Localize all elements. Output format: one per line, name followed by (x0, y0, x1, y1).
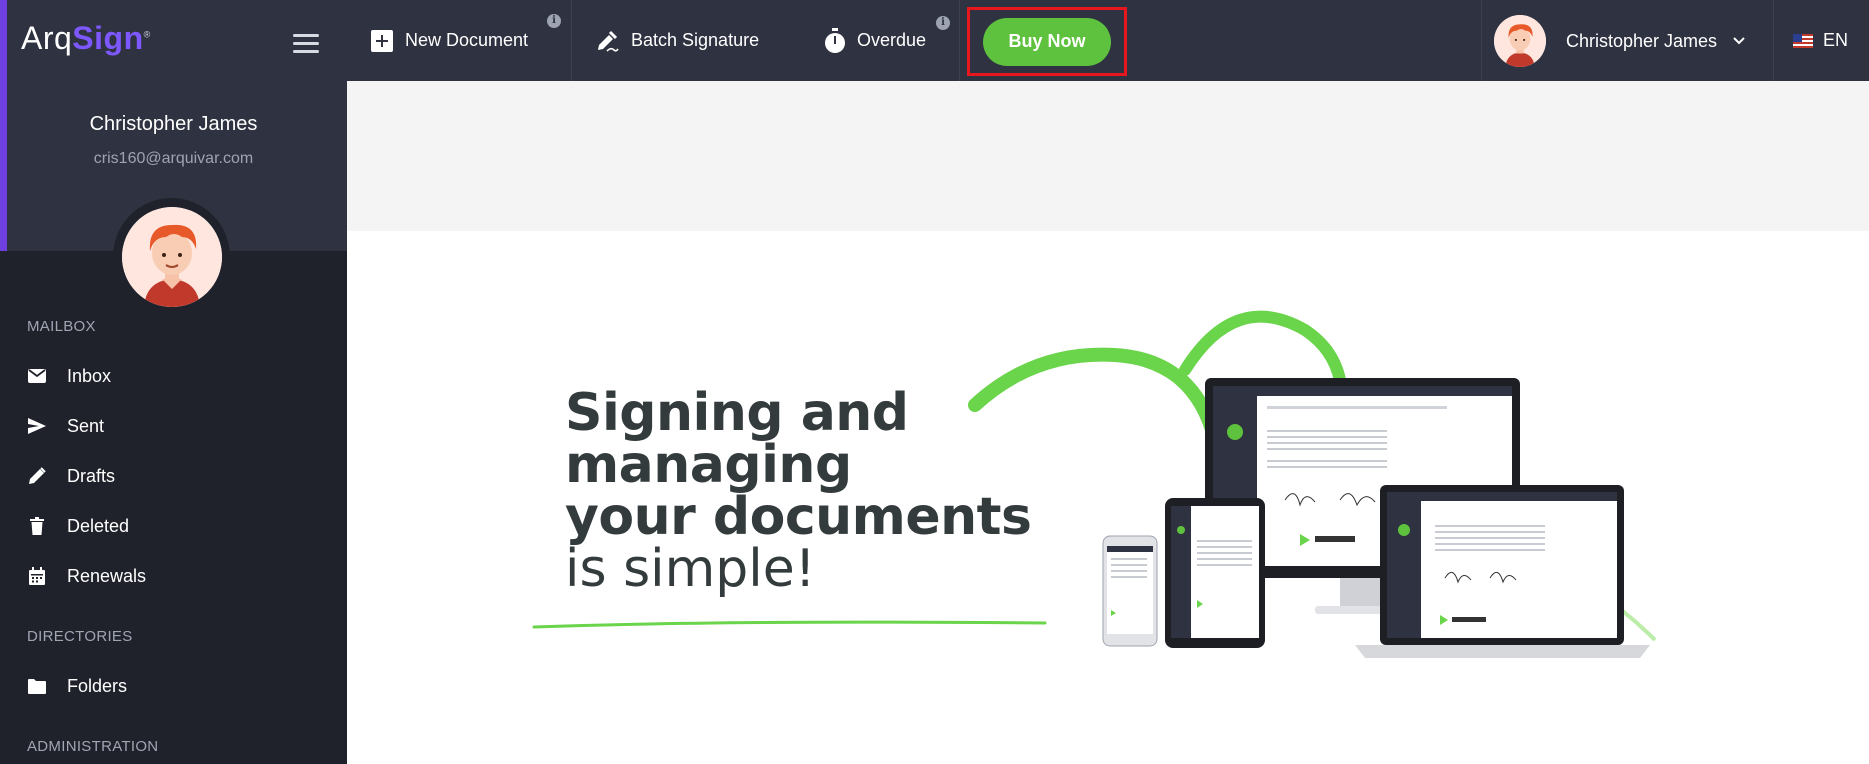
us-flag-icon (1793, 33, 1813, 48)
chevron-down-icon (1733, 37, 1745, 45)
topbar-divider (571, 0, 572, 81)
new-document-button[interactable]: New Document (371, 0, 528, 81)
sidebar-item-drafts[interactable]: Drafts (0, 456, 347, 496)
topbar-divider (959, 0, 960, 81)
calendar-icon (27, 567, 47, 585)
envelope-icon (27, 369, 47, 383)
banner-placeholder (347, 81, 1869, 231)
sidebar-item-label: Inbox (67, 365, 112, 386)
folder-icon (27, 678, 47, 694)
logo-text-prefix: Arq (21, 20, 73, 56)
sidebar: ArqSign® Christopher James cris160@arqui… (0, 0, 347, 764)
overdue-button[interactable]: Overdue (823, 0, 926, 81)
stopwatch-icon (823, 27, 847, 54)
buy-now-button[interactable]: Buy Now (983, 17, 1111, 66)
profile-avatar[interactable] (113, 198, 230, 315)
sidebar-item-deleted[interactable]: Deleted (0, 506, 347, 546)
section-title-mailbox: MAILBOX (27, 318, 96, 335)
overdue-label: Overdue (857, 30, 927, 50)
sidebar-item-label: Renewals (67, 565, 147, 586)
profile-email: cris160@arquivar.com (93, 150, 254, 167)
logo-text-suffix: Sign (72, 20, 144, 56)
logo-trademark: ® (143, 29, 151, 40)
batch-signature-label: Batch Signature (631, 30, 760, 50)
sidebar-item-sent[interactable]: Sent (0, 406, 347, 446)
sidebar-item-label: Drafts (67, 465, 116, 486)
batch-signature-button[interactable]: Batch Signature (595, 0, 759, 81)
signature-pen-icon (595, 29, 619, 53)
sidebar-item-label: Deleted (67, 515, 130, 536)
sidebar-item-inbox[interactable]: Inbox (0, 356, 347, 396)
language-selector[interactable]: EN (1793, 0, 1848, 81)
overdue-info-icon[interactable]: i (936, 16, 950, 30)
devices-illustration (968, 310, 1657, 658)
plus-square-icon (371, 29, 393, 52)
language-label: EN (1823, 30, 1849, 50)
sidebar-item-folders[interactable]: Folders (0, 666, 347, 706)
section-title-administration: ADMINISTRATION (27, 738, 159, 755)
user-menu[interactable]: Christopher James (1494, 14, 1745, 68)
section-title-directories: DIRECTORIES (27, 628, 133, 645)
sidebar-item-label: Sent (67, 415, 105, 436)
sidebar-item-label: Folders (67, 675, 128, 696)
hamburger-menu-icon[interactable] (293, 34, 319, 54)
sidebar-item-renewals[interactable]: Renewals (0, 556, 347, 596)
new-document-info-icon[interactable]: i (547, 14, 561, 28)
buy-now-highlight: Buy Now (967, 7, 1127, 76)
avatar-illustration (121, 206, 222, 307)
trash-icon (27, 517, 47, 535)
profile-name: Christopher James (89, 113, 258, 135)
user-avatar (1494, 15, 1546, 67)
top-bar: New Document i Batch Signature Overdue i… (347, 0, 1869, 81)
user-menu-name: Christopher James (1566, 30, 1718, 51)
app-logo[interactable]: ArqSign® (21, 20, 151, 57)
new-document-label: New Document (405, 30, 529, 50)
topbar-divider (1481, 0, 1482, 81)
app-root: ArqSign® Christopher James cris160@arqui… (0, 0, 1869, 764)
pencil-icon (27, 467, 47, 485)
topbar-divider (1773, 0, 1774, 81)
paper-plane-icon (27, 418, 47, 434)
